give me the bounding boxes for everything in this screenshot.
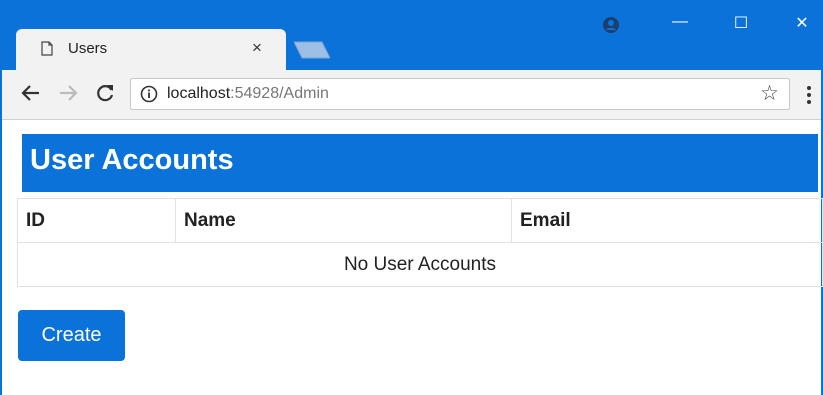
browser-tab[interactable]: Users × [16,29,286,70]
bookmark-star-icon[interactable]: ☆ [760,81,779,106]
browser-toolbar: localhost:54928/Admin ☆ [2,70,821,120]
tab-close-icon[interactable]: × [252,38,262,58]
document-icon [41,41,53,56]
url-path: :54928/Admin [230,85,329,102]
accounts-table: ID Name Email No User Accounts [17,198,823,287]
reload-button[interactable] [92,82,118,108]
maximize-button[interactable]: ☐ [718,13,764,37]
address-bar[interactable]: localhost:54928/Admin ☆ [130,78,790,110]
profile-icon[interactable] [602,16,620,34]
create-button[interactable]: Create [18,310,125,361]
vertical-dots-icon[interactable] [802,82,816,108]
column-header-email: Email [511,198,823,243]
browser-window: Users × — ☐ ✕ localhost:54928/Admin ☆ Us… [0,0,823,395]
forward-button[interactable] [55,82,81,108]
title-bar: Users × — ☐ ✕ [2,0,821,70]
minimize-button[interactable]: — [657,13,703,37]
new-tab-button[interactable] [294,40,330,60]
arrow-left-icon [21,85,39,101]
table-row: No User Accounts [17,242,823,287]
table-header-row: ID Name Email [17,198,823,243]
tab-title: Users [68,40,108,57]
url-text: localhost:54928/Admin [167,85,329,103]
column-header-name: Name [175,198,512,243]
info-icon[interactable] [140,85,158,103]
close-window-button[interactable]: ✕ [779,13,823,37]
empty-message: No User Accounts [17,242,823,287]
page-heading: User Accounts [22,134,818,192]
column-header-id: ID [17,198,176,243]
back-button[interactable] [18,82,44,108]
url-host: localhost [167,85,231,102]
reload-icon [97,85,114,102]
arrow-right-icon [60,85,78,101]
